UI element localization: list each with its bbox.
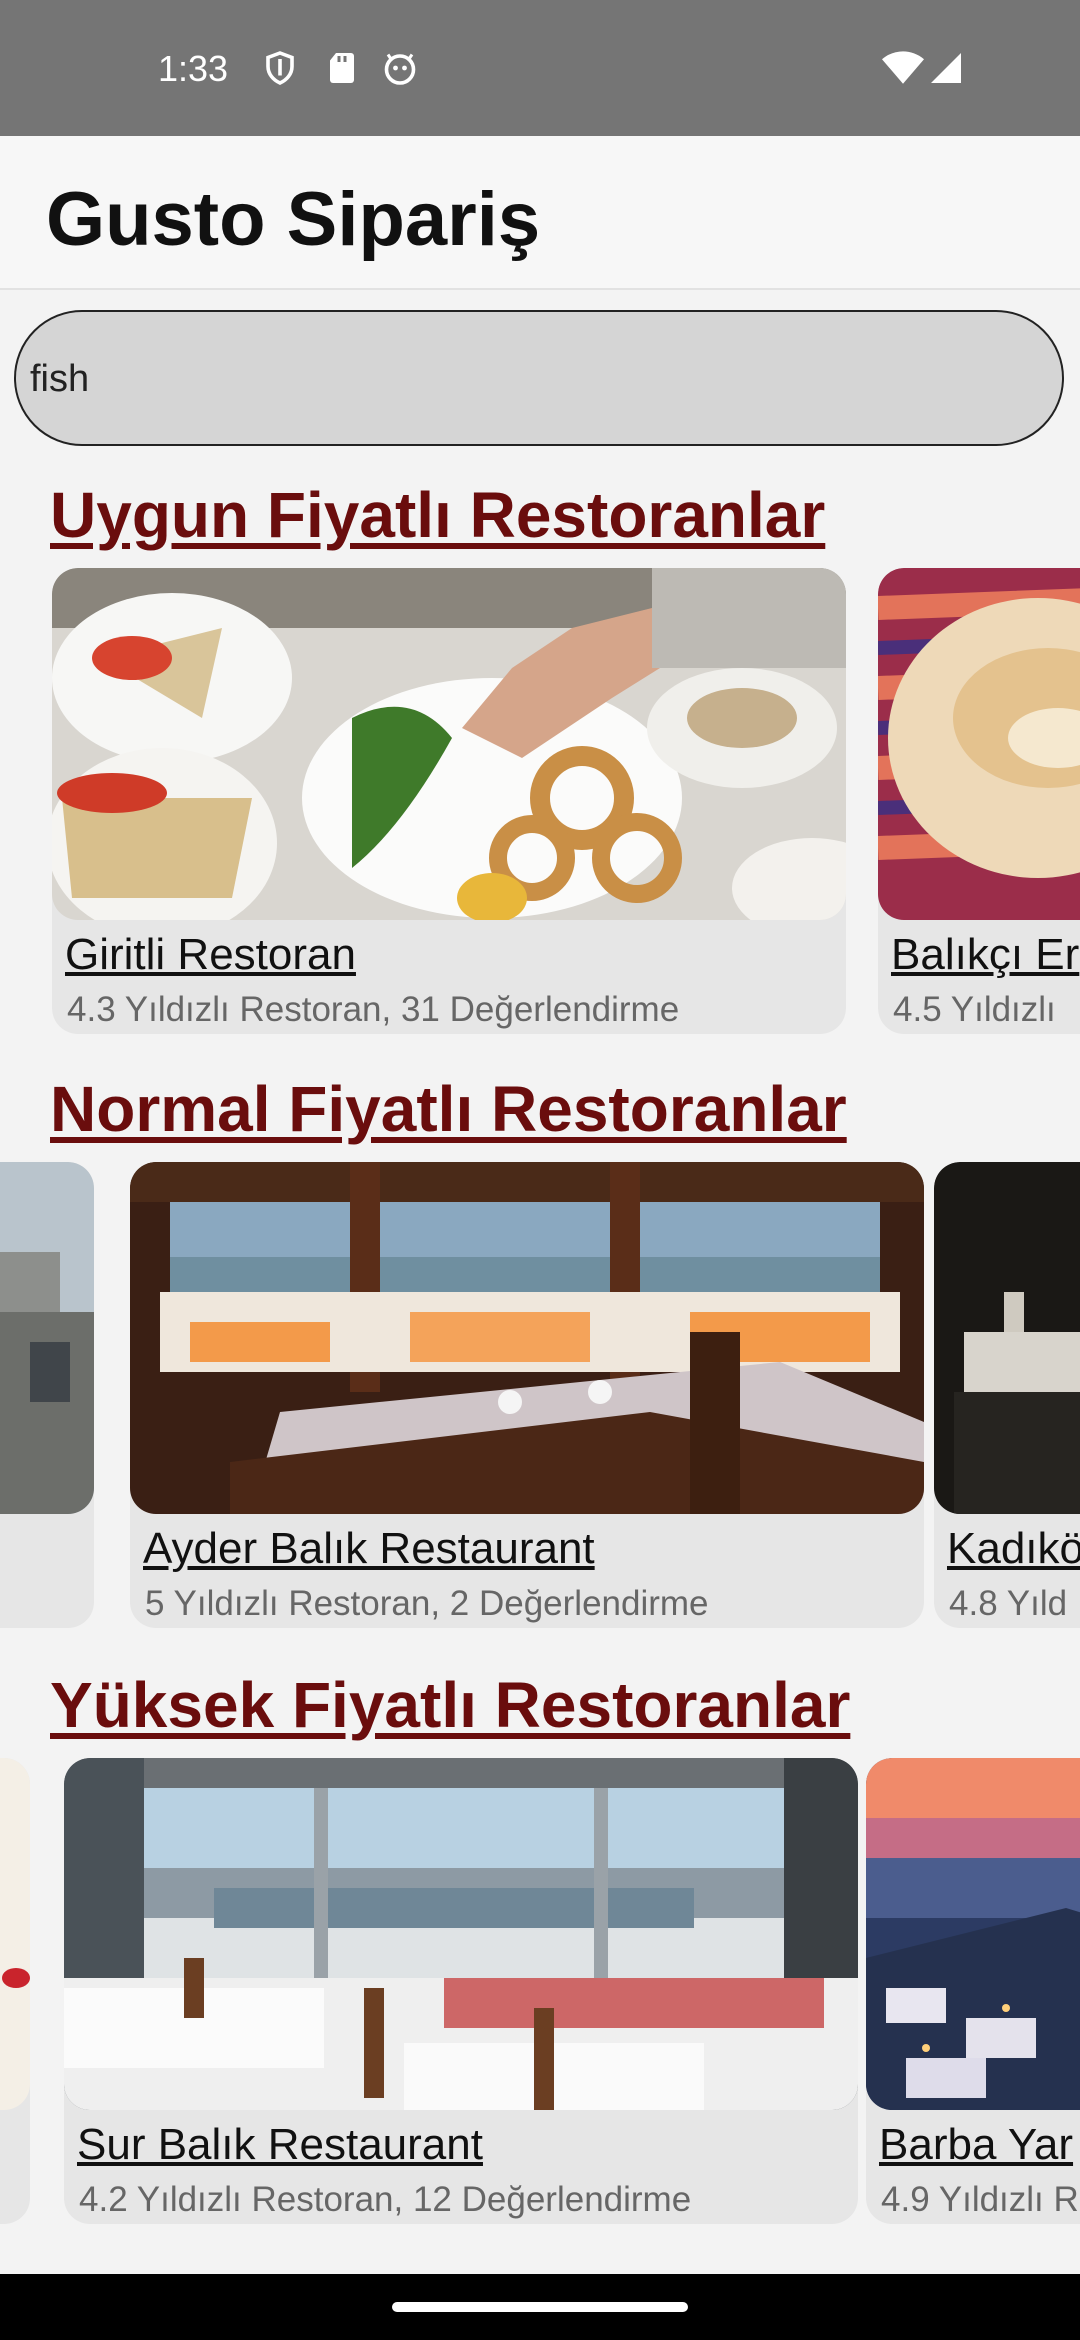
status-time: 1:33 xyxy=(158,48,229,89)
restaurant-carousel-premium[interactable]: Sur Balık Restaurant 4.2 Yıldızlı Restor… xyxy=(0,1758,1080,2228)
restaurant-name[interactable]: Kadıkö xyxy=(947,1524,1080,1574)
restaurant-name[interactable]: Barba Yar xyxy=(879,2120,1073,2170)
app-bar: Gusto Sipariş xyxy=(0,136,1080,290)
restaurant-name[interactable]: Ayder Balık Restaurant xyxy=(143,1524,595,1574)
restaurant-card[interactable]: Barba Yar 4.9 Yıldızlı R xyxy=(866,1758,1080,2224)
section-title-standard[interactable]: Normal Fiyatlı Restoranlar xyxy=(50,1072,847,1146)
restaurant-photo xyxy=(878,568,1080,920)
section-title-premium[interactable]: Yüksek Fiyatlı Restoranlar xyxy=(50,1668,850,1742)
sd-card-icon xyxy=(324,50,360,86)
restaurant-rating: 4.9 Yıldızlı R xyxy=(881,2180,1079,2219)
restaurant-photo xyxy=(52,568,846,920)
restaurant-rating: 5 Yıldızlı Restoran, 2 Değerlendirme xyxy=(145,1584,709,1623)
restaurant-card[interactable] xyxy=(0,1162,94,1628)
restaurant-card[interactable]: Ayder Balık Restaurant 5 Yıldızlı Restor… xyxy=(130,1162,924,1628)
restaurant-photo xyxy=(64,1758,858,2110)
restaurant-carousel-budget[interactable]: Giritli Restoran 4.3 Yıldızlı Restoran, … xyxy=(0,568,1080,1038)
restaurant-rating: 4.2 Yıldızlı Restoran, 12 Değerlendirme xyxy=(79,2180,692,2219)
restaurant-card[interactable]: Kadıkö 4.8 Yıld xyxy=(934,1162,1080,1628)
status-bar: 1:33 xyxy=(0,0,1080,136)
restaurant-photo xyxy=(0,1162,94,1514)
section-title-budget[interactable]: Uygun Fiyatlı Restoranlar xyxy=(50,478,825,552)
restaurant-name[interactable]: Giritli Restoran xyxy=(65,930,356,980)
home-gesture-handle[interactable] xyxy=(392,2302,688,2312)
restaurant-card[interactable]: Balıkçı Er 4.5 Yıldızlı xyxy=(878,568,1080,1034)
restaurant-name[interactable]: Sur Balık Restaurant xyxy=(77,2120,483,2170)
restaurant-card[interactable] xyxy=(0,1758,30,2224)
restaurant-rating: 4.8 Yıld xyxy=(949,1584,1068,1623)
restaurant-photo xyxy=(866,1758,1080,2110)
search-input[interactable] xyxy=(28,312,1032,446)
system-navigation-bar xyxy=(0,2274,1080,2340)
restaurant-card[interactable]: Giritli Restoran 4.3 Yıldızlı Restoran, … xyxy=(52,568,846,1034)
shield-icon xyxy=(262,50,298,86)
restaurant-rating: 4.3 Yıldızlı Restoran, 31 Değerlendirme xyxy=(67,990,680,1029)
restaurant-name[interactable]: Balıkçı Er xyxy=(891,930,1079,980)
restaurant-photo xyxy=(934,1162,1080,1514)
restaurant-photo xyxy=(0,1758,30,2110)
restaurant-card[interactable]: Sur Balık Restaurant 4.2 Yıldızlı Restor… xyxy=(64,1758,858,2224)
search-box[interactable] xyxy=(14,310,1064,446)
wifi-icon xyxy=(882,50,924,86)
restaurant-photo xyxy=(130,1162,924,1514)
app-title: Gusto Sipariş xyxy=(46,177,541,262)
cell-signal-icon xyxy=(928,50,964,86)
restaurant-carousel-standard[interactable]: Ayder Balık Restaurant 5 Yıldızlı Restor… xyxy=(0,1162,1080,1632)
restaurant-rating: 4.5 Yıldızlı xyxy=(893,990,1056,1029)
android-face-icon xyxy=(382,50,418,86)
